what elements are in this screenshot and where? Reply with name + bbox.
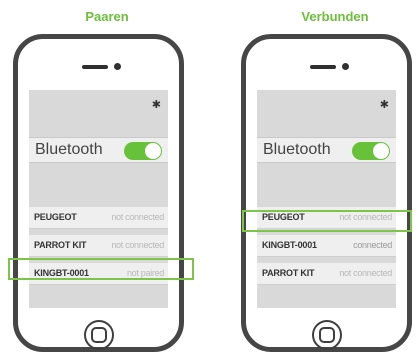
toggle-knob — [145, 143, 161, 159]
bluetooth-setting-row[interactable]: Bluetooth — [257, 137, 396, 163]
speaker-icon — [82, 65, 108, 69]
panel-title: Paaren — [85, 9, 129, 24]
panel-pairing: Paaren ✱ Bluetooth PEUGEOT not connected… — [8, 0, 202, 364]
device-name: PARROT KIT — [34, 240, 87, 250]
device-name: PARROT KIT — [262, 268, 315, 278]
device-name: PEUGEOT — [34, 212, 77, 222]
home-square-icon — [319, 327, 335, 343]
bluetooth-setting-row[interactable]: Bluetooth — [29, 137, 168, 163]
device-row[interactable]: PARROT KIT not connected — [257, 263, 396, 285]
status-bar: ✱ — [257, 90, 396, 120]
camera-icon — [342, 63, 349, 70]
home-square-icon — [91, 327, 107, 343]
home-button[interactable] — [312, 320, 342, 350]
device-row[interactable]: KINGBT-0001 connected — [257, 235, 396, 257]
device-status: not connected — [339, 268, 392, 278]
device-row[interactable]: PARROT KIT not connected — [29, 235, 168, 257]
highlight-frame — [242, 210, 412, 232]
phone-frame: ✱ Bluetooth PEUGEOT not connected KINGBT… — [241, 34, 412, 352]
bluetooth-toggle[interactable] — [352, 142, 390, 160]
highlight-frame — [8, 258, 194, 280]
bluetooth-icon: ✱ — [151, 99, 161, 111]
device-row[interactable]: PEUGEOT not connected — [29, 207, 168, 229]
bluetooth-label: Bluetooth — [263, 141, 331, 158]
status-bar: ✱ — [29, 90, 168, 120]
home-button[interactable] — [84, 320, 114, 350]
bluetooth-toggle[interactable] — [124, 142, 162, 160]
speaker-icon — [310, 65, 336, 69]
bluetooth-icon: ✱ — [379, 99, 389, 111]
camera-icon — [114, 63, 121, 70]
device-status: not connected — [111, 212, 164, 222]
device-status: connected — [353, 240, 392, 250]
phone-frame: ✱ Bluetooth PEUGEOT not connected PARROT… — [13, 34, 184, 352]
panel-title: Verbunden — [301, 9, 369, 24]
device-name: KINGBT-0001 — [262, 240, 317, 250]
bluetooth-label: Bluetooth — [35, 141, 103, 158]
toggle-knob — [373, 143, 389, 159]
phone-screen: ✱ Bluetooth PEUGEOT not connected KINGBT… — [257, 90, 396, 308]
device-status: not connected — [111, 240, 164, 250]
panel-connected: Verbunden ✱ Bluetooth PEUGEOT not connec… — [240, 0, 416, 364]
